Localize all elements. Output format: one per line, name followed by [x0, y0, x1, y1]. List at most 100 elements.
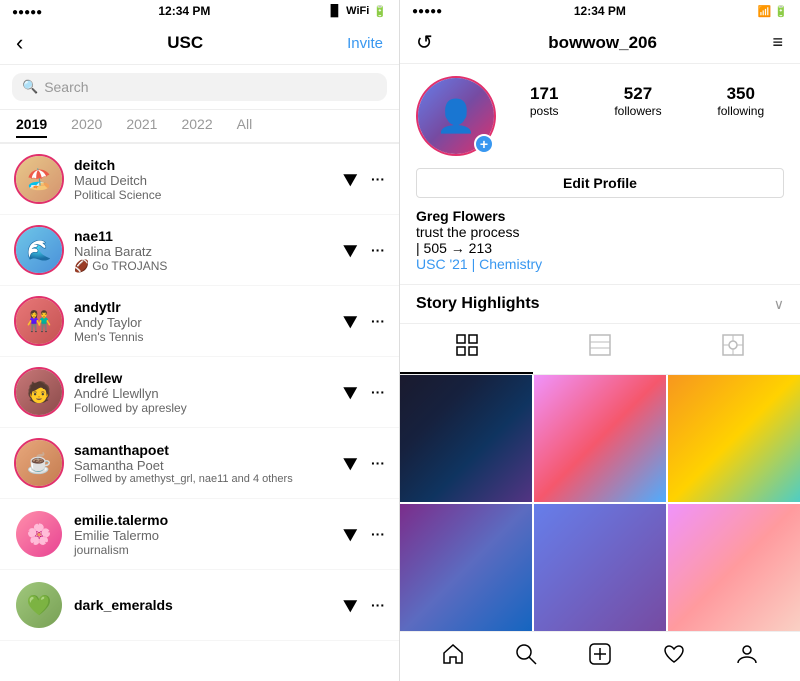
profile-avatar-wrapper: 👤 +: [416, 76, 496, 156]
photo-cell[interactable]: [534, 375, 666, 502]
send-icon[interactable]: [343, 594, 360, 612]
user-handle: drellew: [74, 370, 337, 386]
photo-grid: [400, 375, 800, 631]
bottom-nav: [400, 631, 800, 681]
search-box[interactable]: 🔍 Search: [12, 73, 387, 101]
profile-section: 👤 + 171 posts 527 followers 350 followin…: [400, 64, 800, 168]
user-actions: ···: [347, 313, 385, 329]
photo-cell[interactable]: [400, 375, 532, 502]
list-item: 💚 dark_emeralds ···: [0, 570, 399, 641]
photo-cell[interactable]: [534, 504, 666, 631]
signal-icon: ▐▌: [327, 5, 343, 17]
send-icon[interactable]: [343, 523, 360, 541]
posts-label: posts: [530, 104, 559, 118]
user-list: 🏖️ deitch Maud Deitch Political Science …: [0, 144, 399, 681]
user-name: Samantha Poet: [74, 458, 337, 473]
user-info: samanthapoet Samantha Poet Follwed by am…: [74, 442, 337, 485]
story-highlights-section[interactable]: Story Highlights ∨: [400, 284, 800, 324]
more-icon[interactable]: ···: [371, 384, 385, 400]
user-detail: Followed by apresley: [74, 401, 337, 415]
more-icon[interactable]: ···: [371, 242, 385, 258]
list-item: ☕ samanthapoet Samantha Poet Follwed by …: [0, 428, 399, 499]
tab-grid[interactable]: [400, 324, 533, 374]
more-icon[interactable]: ···: [371, 597, 385, 613]
photo-cell[interactable]: [400, 504, 532, 631]
left-status-time: 12:34 PM: [158, 4, 210, 18]
more-icon[interactable]: ···: [371, 455, 385, 471]
right-status-icons: 📶 🔋: [758, 5, 788, 18]
send-icon[interactable]: [343, 310, 360, 328]
following-stat[interactable]: 350 following: [717, 84, 764, 118]
left-panel: ●●●●● 12:34 PM ▐▌ WiFi 🔋 ‹ USC Invite 🔍 …: [0, 0, 400, 681]
year-tabs: 2019 2020 2021 2022 All: [0, 110, 399, 144]
photo-cell[interactable]: [668, 375, 800, 502]
tab-2021[interactable]: 2021: [126, 116, 157, 136]
right-header: ↺ bowwow_206 ≡: [400, 22, 800, 64]
user-handle: samanthapoet: [74, 442, 337, 458]
user-actions: ···: [347, 455, 385, 471]
invite-button[interactable]: Invite: [347, 35, 383, 52]
history-icon[interactable]: ↺: [416, 30, 433, 55]
user-name: André Llewllyn: [74, 386, 337, 401]
avatar: 👫: [14, 296, 64, 346]
list-item: 🌊 nae11 Nalina Baratz 🏈 Go TROJANS ···: [0, 215, 399, 286]
tab-2019[interactable]: 2019: [16, 116, 47, 138]
right-status-bar: ●●●●● 12:34 PM 📶 🔋: [400, 0, 800, 22]
list-item: 🌸 emilie.talermo Emilie Talermo journali…: [0, 499, 399, 570]
tagged-icon: [722, 334, 744, 362]
user-detail: 🏈 Go TROJANS: [74, 259, 337, 273]
search-input[interactable]: Search: [44, 79, 88, 95]
chevron-down-icon[interactable]: ∨: [774, 296, 784, 313]
profile-nav-icon[interactable]: [736, 643, 758, 671]
search-container: 🔍 Search: [0, 65, 399, 110]
user-actions: ···: [347, 597, 385, 613]
bio-link[interactable]: USC '21 | Chemistry: [416, 256, 784, 272]
followers-stat[interactable]: 527 followers: [614, 84, 661, 118]
left-status-icons: ▐▌ WiFi 🔋: [327, 5, 387, 18]
user-actions: ···: [347, 242, 385, 258]
posts-stat[interactable]: 171 posts: [530, 84, 559, 118]
more-icon[interactable]: ···: [371, 171, 385, 187]
user-name: Nalina Baratz: [74, 244, 337, 259]
left-header: ‹ USC Invite: [0, 22, 399, 65]
user-info: emilie.talermo Emilie Talermo journalism: [74, 512, 337, 557]
back-button[interactable]: ‹: [16, 30, 23, 56]
add-story-badge[interactable]: +: [474, 134, 494, 154]
left-status-dots: ●●●●●: [12, 4, 42, 18]
more-icon[interactable]: ···: [371, 526, 385, 542]
list-item: 🏖️ deitch Maud Deitch Political Science …: [0, 144, 399, 215]
list-item: 🧑 drellew André Llewllyn Followed by apr…: [0, 357, 399, 428]
user-info: deitch Maud Deitch Political Science: [74, 157, 337, 202]
followers-label: followers: [614, 104, 661, 118]
profile-bio: Greg Flowers trust the process | 505 → 2…: [400, 208, 800, 284]
home-nav-icon[interactable]: [442, 643, 464, 671]
send-icon[interactable]: [343, 168, 360, 186]
edit-profile-button[interactable]: Edit Profile: [416, 168, 784, 198]
heart-nav-icon[interactable]: [663, 643, 685, 671]
posts-count: 171: [530, 84, 558, 104]
search-nav-icon[interactable]: [515, 643, 537, 671]
user-name: Maud Deitch: [74, 173, 337, 188]
tab-2022[interactable]: 2022: [181, 116, 212, 136]
tab-all[interactable]: All: [237, 116, 253, 136]
send-icon[interactable]: [343, 452, 360, 470]
tab-2020[interactable]: 2020: [71, 116, 102, 136]
user-info: nae11 Nalina Baratz 🏈 Go TROJANS: [74, 228, 337, 273]
right-status-time: 12:34 PM: [574, 4, 626, 18]
tab-tagged[interactable]: [667, 324, 800, 374]
add-nav-icon[interactable]: [589, 643, 611, 671]
view-tabs: [400, 324, 800, 375]
user-handle: andytlr: [74, 299, 337, 315]
hamburger-menu-icon[interactable]: ≡: [772, 32, 784, 53]
user-handle: deitch: [74, 157, 337, 173]
tab-feed[interactable]: [533, 324, 666, 374]
send-icon[interactable]: [343, 381, 360, 399]
photo-cell[interactable]: [668, 504, 800, 631]
right-status-dots: ●●●●●: [412, 6, 442, 17]
grid-icon: [456, 334, 478, 362]
user-handle: emilie.talermo: [74, 512, 337, 528]
send-icon[interactable]: [343, 239, 360, 257]
left-status-bar: ●●●●● 12:34 PM ▐▌ WiFi 🔋: [0, 0, 399, 22]
avatar: 💚: [14, 580, 64, 630]
more-icon[interactable]: ···: [371, 313, 385, 329]
